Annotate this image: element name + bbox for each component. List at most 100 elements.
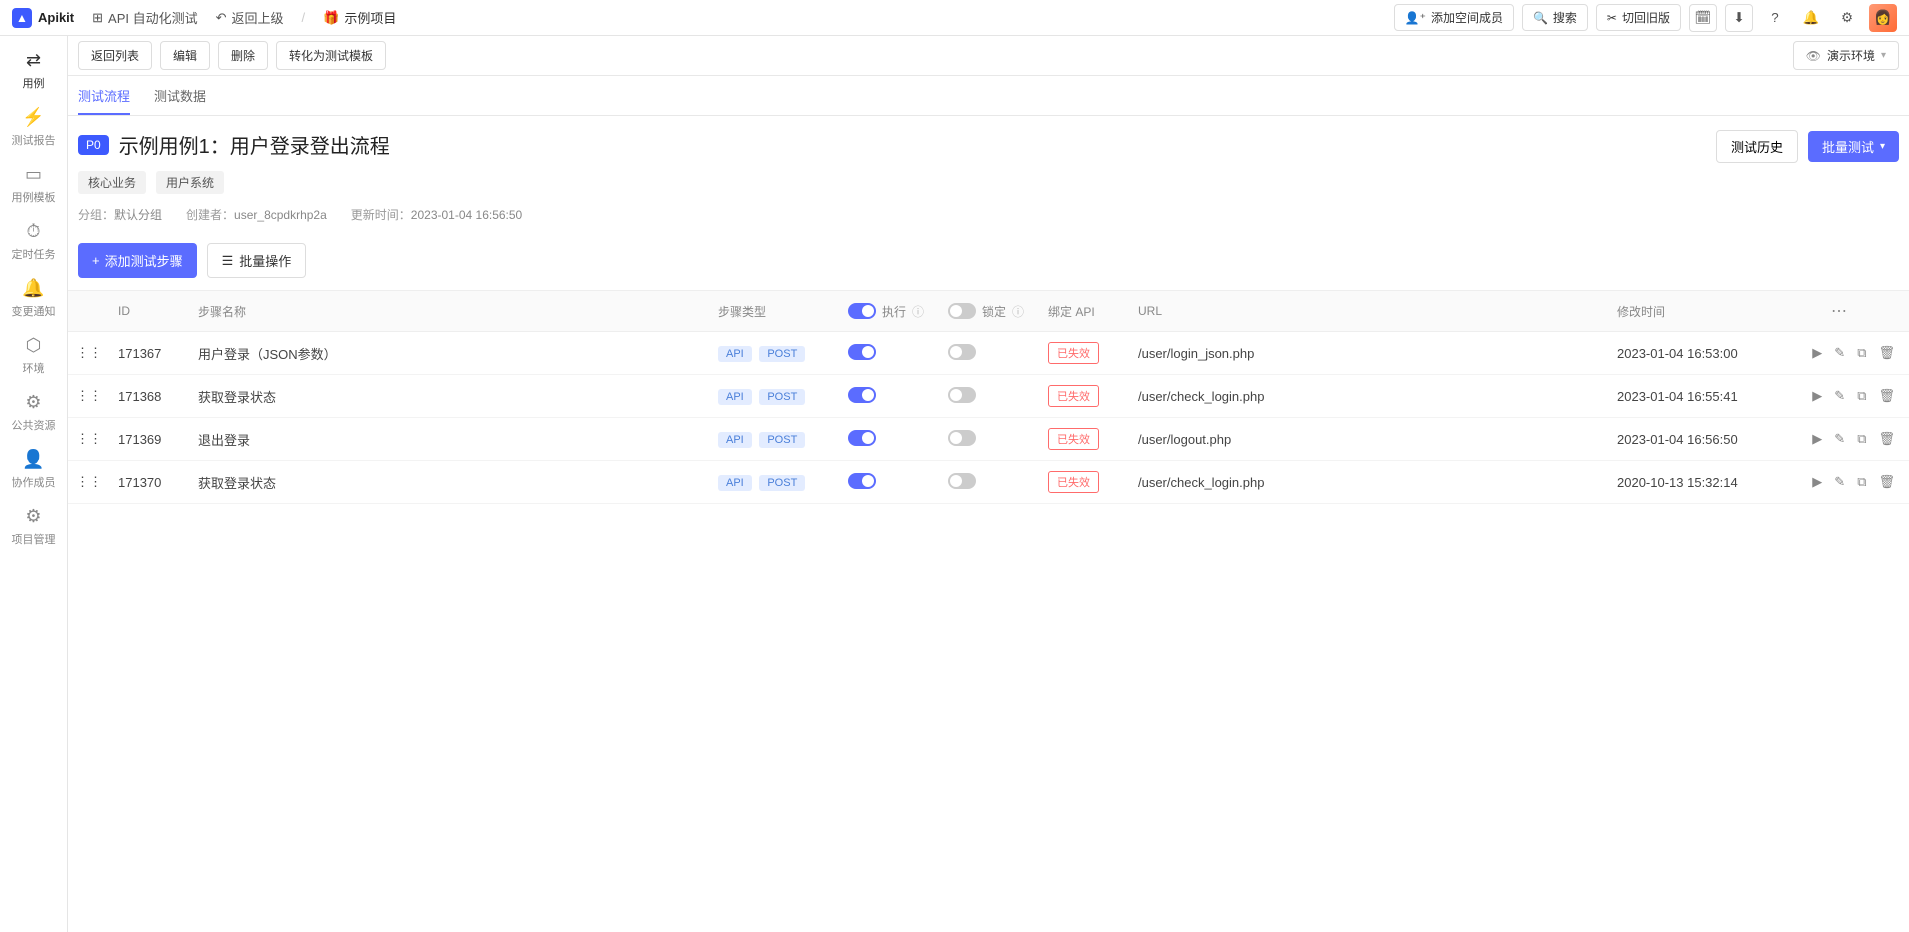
sidebar-item-env[interactable]: ⬡ 环境 (0, 327, 67, 384)
sidebar-item-notify[interactable]: 🔔 变更通知 (0, 270, 67, 327)
clock-icon: ⏱ (26, 221, 40, 242)
edit-icon[interactable]: ✎ (1834, 345, 1845, 361)
undo-icon: ↶ (216, 10, 227, 26)
th-lock: 锁定 ⓘ (940, 291, 1040, 332)
exec-toggle[interactable] (848, 387, 876, 403)
delete-icon[interactable]: 🗑 (1878, 474, 1895, 490)
delete-icon[interactable]: 🗑 (1878, 431, 1895, 447)
brand-text: Apikit (38, 10, 74, 25)
sidebar-item-members[interactable]: 👤 协作成员 (0, 441, 67, 498)
add-step-button[interactable]: + 添加测试步骤 (78, 243, 197, 278)
th-exec: 执行 ⓘ (840, 291, 940, 332)
delete-button[interactable]: 删除 (218, 41, 268, 70)
history-button[interactable]: 测试历史 (1716, 130, 1798, 163)
copy-icon[interactable]: ⧉ (1857, 474, 1866, 490)
nav-auto-test[interactable]: ⊞ API 自动化测试 (92, 8, 197, 27)
lock-toggle[interactable] (948, 344, 976, 360)
sidebar-label: 公共资源 (12, 417, 56, 433)
play-icon[interactable]: ▶ (1812, 345, 1822, 361)
help-button[interactable]: ? (1761, 4, 1789, 32)
drag-handle[interactable]: ⋮⋮ (68, 461, 110, 504)
breadcrumb-sep: / (302, 10, 306, 25)
project-label: 示例项目 (344, 8, 396, 27)
lock-toggle[interactable] (948, 473, 976, 489)
add-member-button[interactable]: 👤⁺ 添加空间成员 (1394, 4, 1514, 31)
post-pill: POST (759, 432, 805, 448)
sidebar-label: 项目管理 (12, 531, 56, 547)
sidebar-item-project[interactable]: ⚙ 项目管理 (0, 498, 67, 555)
lock-toggle[interactable] (948, 430, 976, 446)
calendar-button[interactable]: 🗓 (1689, 4, 1717, 32)
cell-lock (940, 418, 1040, 461)
back-list-button[interactable]: 返回列表 (78, 41, 152, 70)
priority-badge: P0 (78, 135, 109, 155)
switch-old-button[interactable]: ✂ 切回旧版 (1596, 4, 1681, 31)
cell-exec (840, 418, 940, 461)
sidebar-item-templates[interactable]: ▭ 用例模板 (0, 156, 67, 213)
th-bind: 绑定 API (1040, 291, 1130, 332)
calendar-icon: 🗓 (1695, 10, 1712, 26)
play-icon[interactable]: ▶ (1812, 474, 1822, 490)
project-crumb[interactable]: 🎁 示例项目 (323, 8, 396, 27)
to-template-button[interactable]: 转化为测试模板 (276, 41, 386, 70)
bulk-button[interactable]: ☰ 批量操作 (207, 243, 307, 278)
drag-handle[interactable]: ⋮⋮ (68, 375, 110, 418)
sidebar-label: 环境 (23, 360, 45, 376)
meta-updated: 更新时间：2023-01-04 16:56:50 (351, 206, 522, 223)
cell-exec (840, 332, 940, 375)
cell-exec (840, 461, 940, 504)
play-icon[interactable]: ▶ (1812, 431, 1822, 447)
delete-icon[interactable]: 🗑 (1878, 345, 1895, 361)
sidebar-item-reports[interactable]: ⚡ 测试报告 (0, 99, 67, 156)
chevron-down-icon: ▾ (1881, 50, 1886, 61)
tab-flow[interactable]: 测试流程 (78, 76, 130, 115)
cell-name: 用户登录（JSON参数） (190, 332, 710, 375)
sidebar-item-public[interactable]: ⚙ 公共资源 (0, 384, 67, 441)
search-button[interactable]: 🔍 搜索 (1522, 4, 1588, 31)
env-select[interactable]: 👁 演示环境 ▾ (1793, 41, 1899, 70)
sidebar-item-schedule[interactable]: ⏱ 定时任务 (0, 213, 67, 270)
post-pill: POST (759, 475, 805, 491)
sidebar-item-cases[interactable]: ⇄ 用例 (0, 42, 67, 99)
toolbar-left: 返回列表 编辑 删除 转化为测试模板 (78, 41, 386, 70)
exec-toggle[interactable] (848, 430, 876, 446)
cell-type: API POST (710, 461, 840, 504)
exec-toggle[interactable] (848, 344, 876, 360)
edit-button[interactable]: 编辑 (160, 41, 210, 70)
sidebar-label: 变更通知 (12, 303, 56, 319)
post-pill: POST (759, 346, 805, 362)
batch-test-button[interactable]: 批量测试 ▾ (1808, 131, 1899, 162)
th-name: 步骤名称 (190, 291, 710, 332)
edit-icon[interactable]: ✎ (1834, 474, 1845, 490)
tags-row: 核心业务 用户系统 (78, 171, 1899, 194)
avatar[interactable]: 👩 (1869, 4, 1897, 32)
cell-exec (840, 375, 940, 418)
copy-icon[interactable]: ⧉ (1857, 431, 1866, 447)
exec-toggle[interactable] (848, 473, 876, 489)
play-icon[interactable]: ▶ (1812, 388, 1822, 404)
drag-handle[interactable]: ⋮⋮ (68, 332, 110, 375)
lock-all-toggle[interactable] (948, 303, 976, 319)
notifications-button[interactable]: 🔔 (1797, 4, 1825, 32)
copy-icon[interactable]: ⧉ (1857, 388, 1866, 404)
sidebar-label: 定时任务 (12, 246, 56, 262)
logo-icon: ▲ (12, 8, 32, 28)
download-button[interactable]: ⬇ (1725, 4, 1753, 32)
edit-icon[interactable]: ✎ (1834, 388, 1845, 404)
brand-logo[interactable]: ▲ Apikit (12, 8, 74, 28)
drag-handle[interactable]: ⋮⋮ (68, 418, 110, 461)
edit-icon[interactable]: ✎ (1834, 431, 1845, 447)
delete-icon[interactable]: 🗑 (1878, 388, 1895, 404)
copy-icon[interactable]: ⧉ (1857, 345, 1866, 361)
header-right: 👤⁺ 添加空间成员 🔍 搜索 ✂ 切回旧版 🗓 ⬇ ? 🔔 ⚙ 👩 (1394, 4, 1897, 32)
exec-all-toggle[interactable] (848, 303, 876, 319)
lock-toggle[interactable] (948, 387, 976, 403)
more-icon[interactable]: ⋯ (1831, 303, 1847, 320)
back-up[interactable]: ↶ 返回上级 (216, 8, 284, 27)
status-badge: 已失效 (1048, 428, 1099, 450)
api-pill: API (718, 475, 752, 491)
api-pill: API (718, 389, 752, 405)
tab-data[interactable]: 测试数据 (154, 76, 206, 115)
settings-button[interactable]: ⚙ (1833, 4, 1861, 32)
th-exec-label: 执行 (882, 303, 906, 320)
